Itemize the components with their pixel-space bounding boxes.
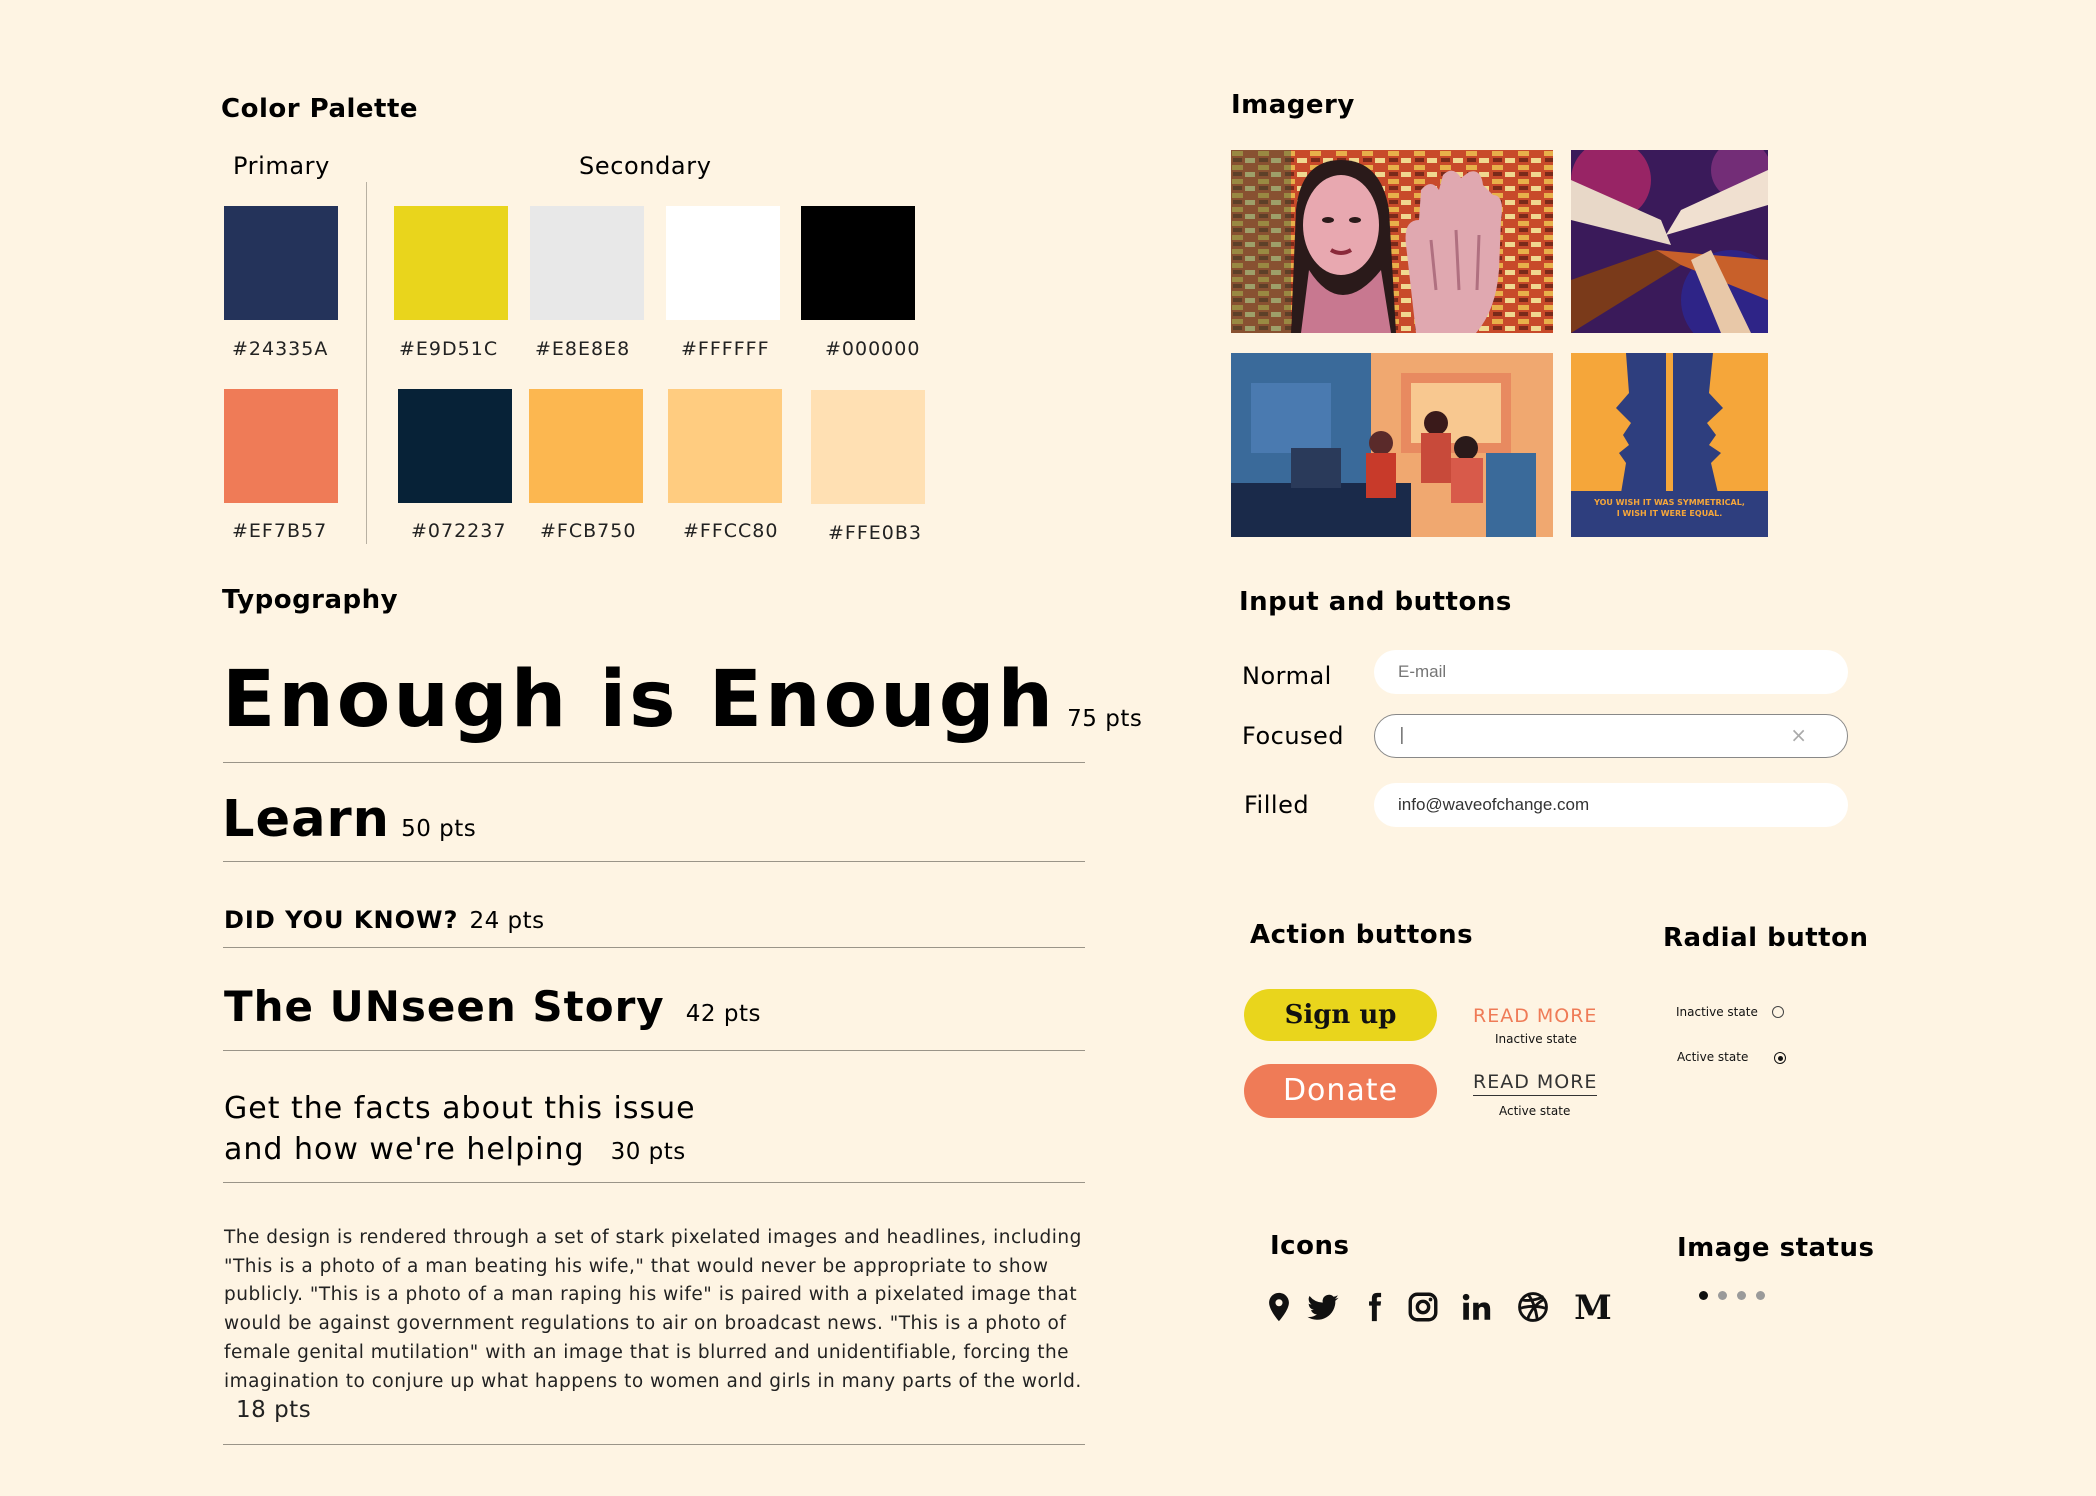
twitter-icon[interactable] [1306,1290,1340,1324]
color-hex-label: #FFFFFF [681,338,770,360]
read-more-active-state: Active state [1499,1104,1571,1118]
color-swatch-1 [224,206,338,320]
color-swatch-4 [666,206,780,320]
heading-2-pts: 50 pts [401,816,477,842]
linkedin-icon[interactable] [1459,1290,1493,1324]
subtitle-line-2-row: and how we're helping 30 pts [224,1129,696,1173]
heading-3-pts: 24 pts [469,908,545,934]
heading-2-text: Learn [222,790,390,849]
color-palette-title: Color Palette [221,94,419,124]
radio-active-dot [1777,1055,1783,1061]
radio-active[interactable] [1774,1052,1786,1064]
email-field-filled[interactable]: info@waveofchange.com [1374,783,1848,827]
radio-inactive-label: Inactive state [1676,1005,1758,1019]
read-more-link-inactive[interactable]: READ MORE [1473,1005,1597,1027]
heading-1-pts: 75 pts [1067,706,1143,732]
inputs-title: Input and buttons [1239,587,1512,617]
mural-woman-hand-image [1231,150,1553,333]
image-status-title: Image status [1677,1233,1875,1263]
heading-1-sample: Enough is Enough 75 pts [222,655,1142,745]
office-illustration-image [1231,353,1553,537]
color-hex-label: #24335A [232,338,329,360]
imagery-title: Imagery [1231,90,1355,120]
color-hex-label: #000000 [825,338,921,360]
radial-button-title: Radial button [1663,923,1869,953]
color-swatch-9 [668,389,782,503]
color-swatch-2 [394,206,508,320]
filled-label: Filled [1244,791,1310,819]
body-pts: 18 pts [236,1397,312,1424]
email-field-focused[interactable]: | × [1374,714,1848,758]
divider-2 [223,861,1085,862]
email-field-normal[interactable] [1374,650,1848,694]
subtitle-sample: Get the facts about this issue and how w… [224,1088,696,1173]
focused-label: Focused [1242,722,1345,750]
clear-icon[interactable]: × [1790,715,1807,756]
image-status-dot[interactable] [1699,1291,1708,1300]
divider-1 [223,762,1085,763]
typography-title: Typography [222,585,399,615]
image-status-dot[interactable] [1756,1291,1765,1300]
color-hex-label: #FCB750 [540,520,637,542]
icons-title: Icons [1270,1231,1350,1261]
heading-4-sample: The UNseen Story 42 pts [224,982,761,1031]
divider-3 [223,947,1085,948]
subtitle-line-2: and how we're helping [224,1132,585,1167]
heading-4-pts: 42 pts [685,1001,761,1027]
color-hex-label: #FFCC80 [683,520,779,542]
secondary-label: Secondary [579,152,712,180]
color-hex-label: #072237 [411,520,507,542]
facebook-icon[interactable] [1357,1290,1391,1324]
color-swatch-7 [398,389,512,503]
filled-value: info@waveofchange.com [1398,795,1590,814]
subtitle-pts: 30 pts [610,1139,686,1165]
location-pin-icon[interactable] [1262,1290,1296,1324]
color-swatch-5 [801,206,915,320]
action-buttons-title: Action buttons [1250,920,1474,950]
body-sample: The design is rendered through a set of … [224,1224,1084,1427]
radio-inactive[interactable] [1772,1006,1784,1018]
body-text: The design is rendered through a set of … [224,1227,1082,1392]
joined-hands-image [1571,150,1768,333]
radio-active-label: Active state [1677,1050,1749,1064]
donate-button[interactable]: Donate [1244,1064,1437,1118]
heading-4-text: The UNseen Story [224,982,665,1031]
symmetry-poster-image: YOU WISH IT WAS SYMMETRICAL, I WISH IT W… [1571,353,1768,537]
instagram-icon[interactable] [1406,1290,1440,1324]
color-swatch-3 [530,206,644,320]
read-more-link-active[interactable]: READ MORE [1473,1071,1598,1096]
palette-divider [366,182,367,544]
color-swatch-8 [529,389,643,503]
poster-text-line-1: YOU WISH IT WAS SYMMETRICAL, [1594,498,1745,507]
sign-up-button[interactable]: Sign up [1244,989,1437,1041]
focused-caret: | [1399,725,1405,745]
subtitle-line-1: Get the facts about this issue [224,1091,696,1126]
divider-4 [223,1050,1085,1051]
read-more-inactive-state: Inactive state [1495,1032,1577,1046]
color-hex-label: #E8E8E8 [535,338,631,360]
image-status-dot[interactable] [1737,1291,1746,1300]
poster-text-line-2: I WISH IT WERE EQUAL. [1616,509,1723,518]
divider-5 [223,1182,1085,1183]
image-status-dot[interactable] [1718,1291,1727,1300]
heading-2-sample: Learn 50 pts [222,790,476,849]
dribbble-icon[interactable] [1516,1290,1550,1324]
heading-1-text: Enough is Enough [222,655,1057,745]
medium-icon[interactable]: M [1573,1288,1613,1328]
normal-label: Normal [1242,662,1332,690]
color-swatch-10 [811,390,925,504]
heading-3-sample: DID YOU KNOW? 24 pts [224,906,545,934]
color-hex-label: #FFE0B3 [828,522,922,544]
color-hex-label: #EF7B57 [232,520,328,542]
divider-6 [223,1444,1085,1445]
primary-label: Primary [233,152,330,180]
svg-text:M: M [1574,1290,1612,1324]
heading-3-text: DID YOU KNOW? [224,906,459,934]
color-hex-label: #E9D51C [399,338,499,360]
color-swatch-6 [224,389,338,503]
